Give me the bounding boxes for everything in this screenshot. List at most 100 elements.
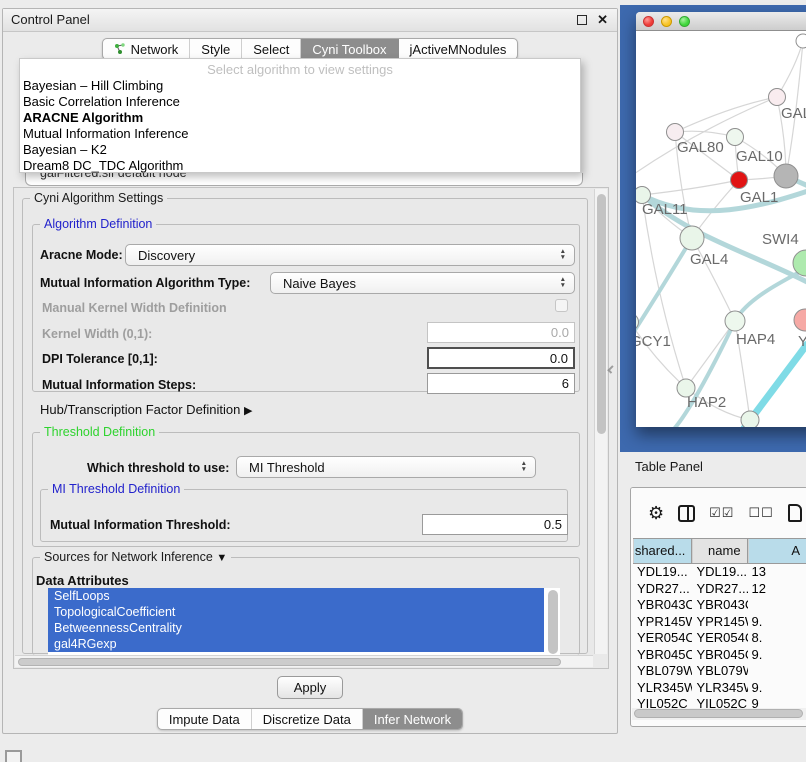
network-edge[interactable] [674, 321, 735, 427]
tab-network[interactable]: Network [103, 39, 191, 59]
table-cell: YLR345W [692, 680, 747, 697]
network-canvas[interactable]: GALGAL80GAL10GAL1GAL11GAL4SWI4GCY1HAP4YH… [636, 31, 806, 427]
network-node[interactable] [727, 129, 744, 146]
algorithm-selector-combo[interactable]: galFiltered.sif default node [25, 173, 583, 186]
close-icon[interactable]: ✕ [597, 12, 608, 28]
table-row[interactable]: YDR27...YDR27...12 [633, 581, 806, 598]
network-node[interactable] [741, 411, 759, 427]
algorithm-option[interactable]: Bayesian – Hill Climbing [20, 78, 580, 94]
table-cell [748, 663, 806, 680]
attribute-list-item[interactable]: TopologicalCoefficient [48, 604, 544, 620]
node-table: shared...nameA YDL19...YDL19...13YDR27..… [633, 538, 806, 708]
sources-collapser[interactable]: Sources for Network Inference ▼ [40, 550, 231, 564]
control-panel-tabs: NetworkStyleSelectCyni ToolboxjActiveMNo… [102, 38, 519, 60]
network-node[interactable] [793, 250, 806, 276]
float-panel-icon[interactable] [577, 15, 587, 25]
manual-kernel-width-checkbox[interactable] [555, 299, 568, 312]
table-cell: YPR145W [692, 614, 747, 631]
network-node[interactable] [774, 164, 798, 188]
deselect-all-checkboxes-icon[interactable]: ☐☐ [748, 505, 773, 521]
mi-algorithm-type-select[interactable]: Naive Bayes ▲▼ [270, 272, 575, 294]
tab-infer-network[interactable]: Infer Network [363, 709, 462, 729]
network-node[interactable] [667, 124, 684, 141]
minimize-traffic-light-icon[interactable] [661, 16, 672, 27]
mi-threshold-label: Mutual Information Threshold: [50, 518, 231, 532]
algorithm-option[interactable]: Basic Correlation Inference [20, 94, 580, 110]
network-edge[interactable] [777, 41, 803, 97]
table-row[interactable]: YPR145WYPR145W9. [633, 614, 806, 631]
aracne-mode-select[interactable]: Discovery ▲▼ [125, 244, 575, 266]
network-edge[interactable] [686, 321, 735, 388]
tab-select[interactable]: Select [242, 39, 301, 59]
network-node[interactable] [794, 309, 806, 331]
network-edge[interactable] [642, 180, 739, 195]
tab-impute-data[interactable]: Impute Data [158, 709, 252, 729]
algorithm-option[interactable]: Mutual Information Inference [20, 126, 580, 142]
network-node[interactable] [731, 172, 748, 189]
attribute-list-item[interactable]: SelfLoops [48, 588, 544, 604]
hub-definition-expander[interactable]: Hub/Transcription Factor Definition ▶ [40, 402, 252, 417]
mi-steps-label: Mutual Information Steps: [42, 378, 196, 392]
column-header[interactable]: name [692, 539, 747, 563]
list-scrollbar[interactable] [548, 590, 558, 654]
cyni-bottom-tabs: Impute DataDiscretize DataInfer Network [157, 708, 463, 730]
node-label: HAP4 [736, 331, 775, 348]
network-window-titlebar[interactable] [636, 12, 806, 31]
network-edge[interactable] [636, 322, 686, 388]
tab-cyni-toolbox[interactable]: Cyni Toolbox [301, 39, 398, 59]
network-node[interactable] [769, 89, 786, 106]
kernel-width-field[interactable]: 0.0 [427, 322, 575, 343]
kernel-width-label: Kernel Width (0,1): [42, 327, 152, 341]
table-row[interactable]: YDL19...YDL19...13 [633, 564, 806, 581]
node-label: HAP2 [687, 394, 726, 411]
group-title: Threshold Definition [40, 425, 159, 439]
network-edge[interactable] [636, 238, 692, 341]
network-node[interactable] [680, 226, 704, 250]
attribute-list-item[interactable]: BetweennessCentrality [48, 620, 544, 636]
column-header[interactable]: A [748, 539, 806, 563]
mi-threshold-field[interactable]: 0.5 [422, 514, 568, 535]
table-cell: 9. [748, 614, 806, 631]
table-toolbar: ⚙ ☑☑ ☐☐ [631, 488, 806, 538]
tab-style[interactable]: Style [190, 39, 242, 59]
which-threshold-select[interactable]: MI Threshold ▲▼ [236, 456, 536, 478]
select-all-checkboxes-icon[interactable]: ☑☑ [709, 505, 734, 521]
close-traffic-light-icon[interactable] [643, 16, 654, 27]
combo-arrows-icon: ▲▼ [521, 457, 527, 477]
table-cell: YBR045C [692, 647, 747, 664]
columns-icon[interactable] [678, 505, 695, 522]
algorithm-option[interactable]: ARACNE Algorithm [20, 110, 580, 126]
table-cell: YDL19... [692, 564, 747, 581]
node-label: GAL10 [736, 148, 783, 165]
table-row[interactable]: YBR045CYBR045C9. [633, 647, 806, 664]
table-cell: 9. [748, 680, 806, 697]
zoom-traffic-light-icon[interactable] [679, 16, 690, 27]
table-row[interactable]: YIL052CYIL052C9 [633, 696, 806, 708]
table-cell: YDR27... [692, 581, 747, 598]
attribute-list-item[interactable]: gal4RGexp [48, 636, 544, 652]
export-table-icon[interactable] [788, 504, 802, 522]
gear-icon[interactable]: ⚙ [648, 504, 664, 522]
minimized-panel-icon[interactable] [5, 750, 22, 762]
table-row[interactable]: YER054CYER054C8. [633, 630, 806, 647]
table-horizontal-scrollbar[interactable] [632, 708, 806, 720]
vertical-scrollbar[interactable] [594, 189, 607, 654]
table-row[interactable]: YBR043CYBR043C [633, 597, 806, 614]
network-edge[interactable] [675, 97, 777, 132]
tab-jactivemnodules[interactable]: jActiveMNodules [399, 39, 518, 59]
data-attributes-list: SelfLoopsTopologicalCoefficientBetweenne… [48, 588, 560, 656]
algorithm-option[interactable]: Bayesian – K2 [20, 142, 580, 158]
application-root: Control Panel ✕ NetworkStyleSelectCyni T… [0, 0, 806, 762]
network-edge[interactable] [675, 131, 735, 137]
horizontal-scrollbar[interactable] [15, 655, 593, 667]
column-header[interactable]: shared... [633, 539, 692, 563]
algorithm-option[interactable]: Dream8 DC_TDC Algorithm [20, 158, 580, 174]
network-node[interactable] [725, 311, 745, 331]
network-node[interactable] [796, 34, 806, 48]
table-row[interactable]: YBL079WYBL079W [633, 663, 806, 680]
tab-discretize-data[interactable]: Discretize Data [252, 709, 363, 729]
apply-button[interactable]: Apply [277, 676, 344, 699]
mi-steps-field[interactable]: 6 [427, 373, 575, 394]
table-row[interactable]: YLR345WYLR345W9. [633, 680, 806, 697]
dpi-tolerance-field[interactable]: 0.0 [427, 347, 575, 369]
